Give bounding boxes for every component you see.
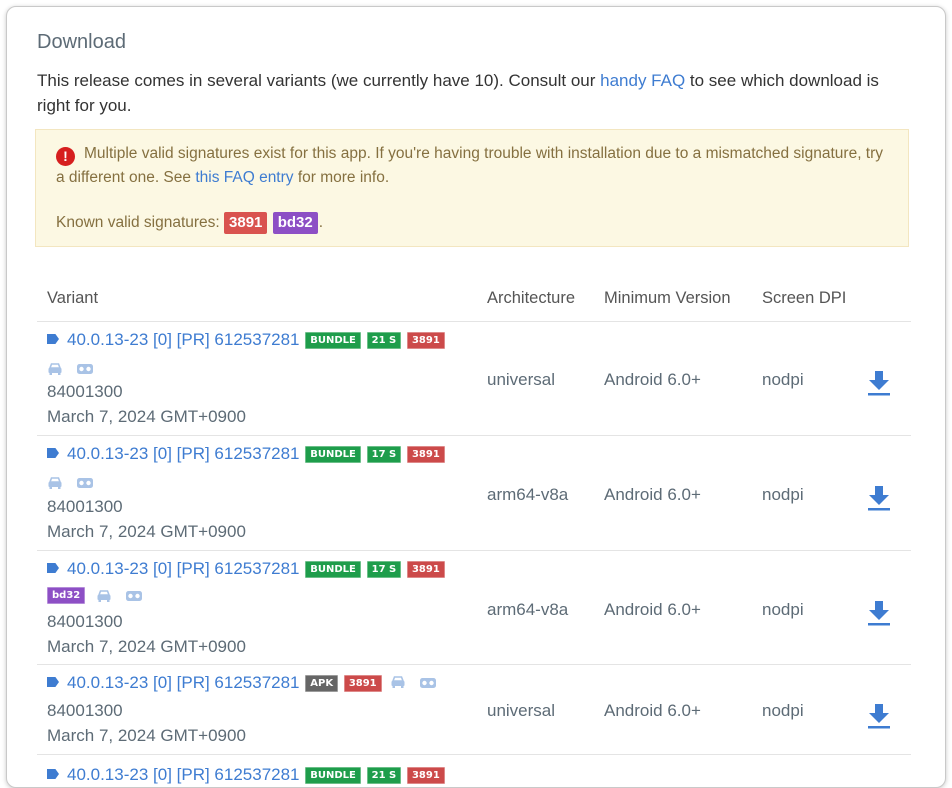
release-date: March 7, 2024 GMT+0900	[47, 637, 246, 656]
download-icon[interactable]	[867, 703, 891, 729]
exclamation-circle-icon: !	[56, 146, 75, 166]
tag-icon	[47, 448, 59, 458]
android-auto-icon	[48, 476, 62, 489]
screen-dpi: nodpi	[762, 370, 804, 389]
variant-title[interactable]: 40.0.13-23 [0] [PR] 612537281 BUNDLE 17 …	[47, 559, 445, 579]
vr-headset-icon	[76, 477, 93, 488]
intro-text: This release comes in several variants (…	[37, 68, 907, 118]
column-header-minimum-version: Minimum Version	[604, 289, 731, 307]
alert-message: ! Multiple valid signatures exist for thi…	[56, 142, 888, 190]
variant-link[interactable]: 40.0.13-23 [0] [PR] 612537281	[67, 330, 300, 349]
bundle-badge: BUNDLE	[305, 561, 361, 578]
signature-badge: 3891	[406, 332, 445, 349]
table-row: 40.0.13-23 [0] [PR] 612537281 BUNDLE 17 …	[37, 551, 911, 665]
download-card: Download This release comes in several v…	[6, 6, 946, 788]
feature-icons	[47, 358, 102, 378]
column-header-screen-dpi: Screen DPI	[762, 289, 847, 307]
faq-entry-link[interactable]: this FAQ entry	[195, 169, 293, 186]
signature-badge: 3891	[406, 446, 445, 463]
table-row: 40.0.13-23 [0] [PR] 612537281 BUNDLE 17 …	[37, 436, 911, 551]
section-title: Download	[37, 31, 126, 53]
android-auto-icon	[97, 589, 111, 602]
version-badge: 17 S	[366, 446, 402, 463]
vr-headset-icon	[76, 363, 93, 374]
variant-title[interactable]: 40.0.13-23 [0] [PR] 612537281 BUNDLE 21 …	[47, 765, 445, 785]
signature-badge-bd32[interactable]: bd32	[272, 212, 318, 234]
version-badge: 21 S	[366, 332, 402, 349]
version-code: 84001300	[47, 701, 123, 720]
release-date: March 7, 2024 GMT+0900	[47, 726, 246, 745]
download-icon[interactable]	[867, 370, 891, 396]
signature-badge: 3891	[406, 561, 445, 578]
feature-icons	[47, 472, 102, 492]
alert-text-before: Multiple valid signatures exist for this…	[56, 145, 884, 186]
signature-badge: 3891	[406, 767, 445, 784]
version-code: 84001300	[47, 612, 123, 631]
tag-icon	[47, 563, 59, 573]
architecture: arm64-v8a	[487, 600, 569, 619]
vr-headset-icon	[420, 678, 437, 688]
android-auto-icon	[391, 676, 405, 688]
handy-faq-link[interactable]: handy FAQ	[600, 71, 685, 90]
release-date: March 7, 2024 GMT+0900	[47, 522, 246, 541]
intro-text-before: This release comes in several variants (…	[37, 71, 601, 90]
known-signatures: Known valid signatures: 3891 bd32.	[56, 211, 888, 235]
release-date: March 7, 2024 GMT+0900	[47, 407, 246, 426]
column-header-variant: Variant	[47, 289, 99, 307]
signature-alert: ! Multiple valid signatures exist for thi…	[35, 129, 909, 247]
variant-link[interactable]: 40.0.13-23 [0] [PR] 612537281	[67, 673, 300, 692]
version-badge: 21 S	[366, 767, 402, 784]
alert-text-after: for more info.	[293, 169, 390, 186]
signatures-end: .	[318, 214, 324, 231]
tag-icon	[47, 769, 59, 779]
architecture: universal	[487, 370, 556, 389]
variant-link[interactable]: 40.0.13-23 [0] [PR] 612537281	[67, 444, 300, 463]
tag-icon	[47, 677, 59, 687]
bundle-badge: BUNDLE	[305, 767, 361, 784]
feature-icons: bd32	[47, 585, 151, 605]
architecture: universal	[487, 701, 556, 720]
screen-dpi: nodpi	[762, 701, 804, 720]
minimum-version: Android 6.0+	[604, 701, 701, 720]
screen-dpi: nodpi	[762, 600, 804, 619]
signature-badge: 3891	[343, 675, 382, 692]
table-row: 40.0.13-23 [0] [PR] 612537281 BUNDLE 21 …	[37, 755, 911, 787]
version-code: 84001300	[47, 497, 123, 516]
variant-title[interactable]: 40.0.13-23 [0] [PR] 612537281 BUNDLE 17 …	[47, 444, 445, 464]
table-row: 40.0.13-23 [0] [PR] 612537281 BUNDLE 21 …	[37, 322, 911, 436]
variant-link[interactable]: 40.0.13-23 [0] [PR] 612537281	[67, 765, 300, 784]
signature-badge-3891[interactable]: 3891	[224, 212, 268, 234]
vr-headset-icon	[125, 590, 142, 601]
version-badge: 17 S	[366, 561, 402, 578]
signature-badge-bd32: bd32	[47, 587, 86, 605]
version-code: 84001300	[47, 382, 123, 401]
bundle-badge: BUNDLE	[305, 332, 361, 349]
download-icon[interactable]	[867, 600, 891, 626]
minimum-version: Android 6.0+	[604, 370, 701, 389]
variant-title[interactable]: 40.0.13-23 [0] [PR] 612537281 BUNDLE 21 …	[47, 330, 445, 350]
minimum-version: Android 6.0+	[604, 485, 701, 504]
screen-dpi: nodpi	[762, 485, 804, 504]
table-header: Variant Architecture Minimum Version Scr…	[37, 289, 911, 322]
bundle-badge: BUNDLE	[305, 446, 361, 463]
variant-title[interactable]: 40.0.13-23 [0] [PR] 612537281 APK 3891	[47, 673, 445, 693]
tag-icon	[47, 334, 59, 344]
variant-link[interactable]: 40.0.13-23 [0] [PR] 612537281	[67, 559, 300, 578]
android-auto-icon	[48, 362, 62, 375]
architecture: arm64-v8a	[487, 485, 569, 504]
column-header-architecture: Architecture	[487, 289, 576, 307]
signatures-label: Known valid signatures:	[56, 214, 225, 231]
table-row: 40.0.13-23 [0] [PR] 612537281 APK 3891 8…	[37, 665, 911, 755]
download-icon[interactable]	[867, 485, 891, 511]
apk-badge: APK	[305, 675, 339, 692]
minimum-version: Android 6.0+	[604, 600, 701, 619]
